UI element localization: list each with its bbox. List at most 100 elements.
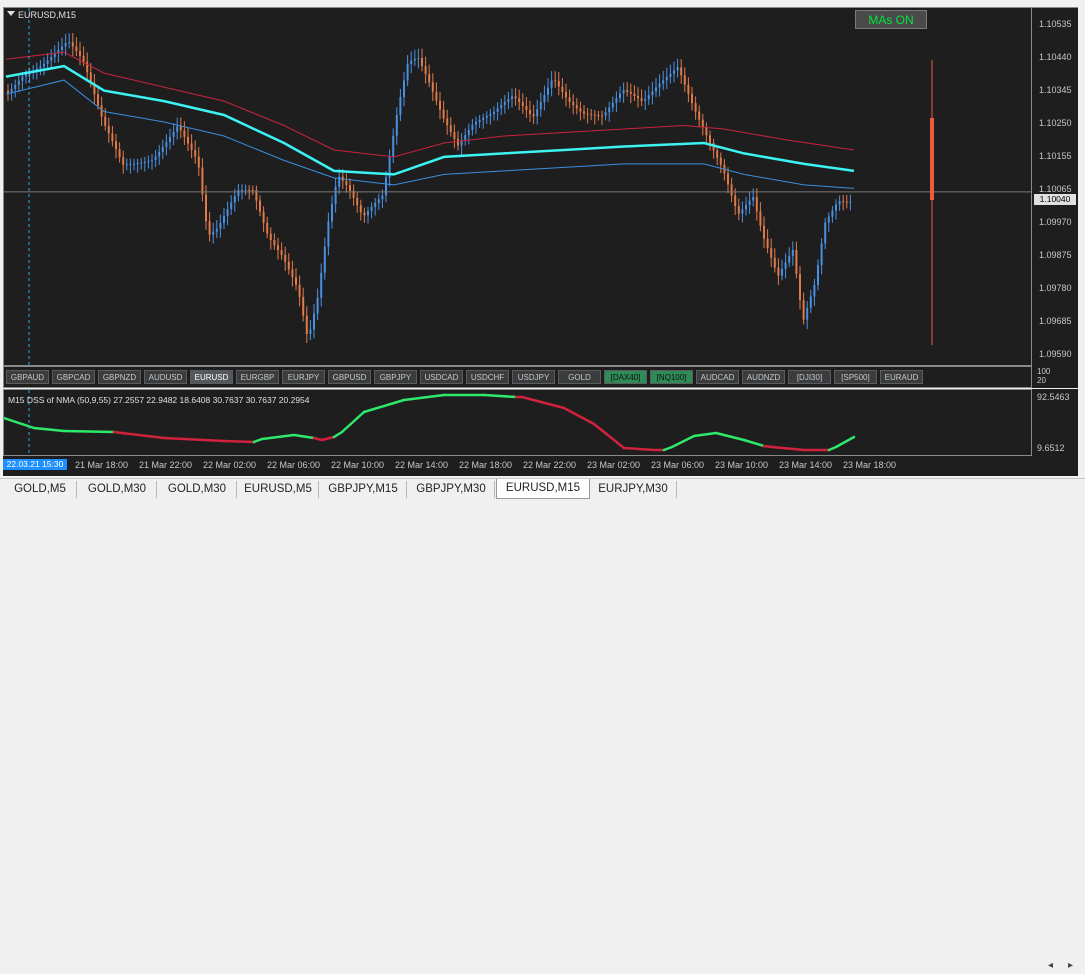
candle-body — [147, 161, 150, 163]
candle-body — [813, 284, 816, 297]
candle-body — [615, 98, 618, 103]
candle-body — [701, 119, 704, 128]
candle-body — [511, 96, 513, 100]
symbol-button-gbpusd[interactable]: GBPUSD — [328, 370, 371, 384]
candle-body — [626, 89, 629, 92]
candle-body — [521, 102, 524, 106]
candle-body — [795, 250, 798, 275]
candle-body — [698, 111, 701, 120]
symbol-button-gold[interactable]: GOLD — [558, 370, 601, 384]
candle-body — [316, 297, 319, 314]
candle-body — [46, 60, 49, 64]
time-tick-label: 23 Mar 18:00 — [843, 460, 897, 470]
chart-tab[interactable]: GBPJPY,M15 — [320, 481, 407, 498]
chart-menu-arrow-icon[interactable] — [7, 11, 15, 16]
chevron-left-icon[interactable]: ◂ — [1048, 960, 1053, 971]
price-axis[interactable]: 1.10535 1.10440 1.10345 1.10250 1.10155 1.100… — [1032, 7, 1078, 366]
symbol-button-eurgbp[interactable]: EURGBP — [236, 370, 279, 384]
symbol-button-gbpnzd[interactable]: GBPNZD — [98, 370, 141, 384]
chart-tab[interactable]: GOLD,M30 — [78, 481, 157, 498]
symbol-button-dji30[interactable]: [DJI30] — [788, 370, 831, 384]
candle-body — [122, 157, 125, 165]
symbol-button-eurjpy[interactable]: EURJPY — [282, 370, 325, 384]
candle-body — [428, 74, 431, 83]
candle-body — [691, 93, 693, 104]
price-chart[interactable] — [3, 7, 1032, 366]
candle-body — [637, 95, 639, 99]
candle-body — [230, 202, 233, 210]
chart-tab[interactable]: GOLD,M5 — [4, 481, 77, 498]
candle-body — [601, 115, 603, 117]
candle-body — [561, 86, 564, 93]
candle-body — [392, 135, 395, 157]
symbol-button-sp500[interactable]: [SP500] — [834, 370, 877, 384]
dss-line-segment — [714, 431, 746, 442]
symbol-button-gbpcad[interactable]: GBPCAD — [52, 370, 95, 384]
candle-body — [125, 164, 128, 166]
symbol-button-eurusd[interactable]: EURUSD — [190, 370, 233, 384]
symbol-button-usdjpy[interactable]: USDJPY — [512, 370, 555, 384]
candle-body — [514, 96, 517, 99]
candle-body — [75, 46, 78, 52]
candle-body — [367, 211, 369, 216]
candle-body — [21, 76, 24, 81]
candle-body — [557, 80, 560, 87]
candle-body — [107, 125, 110, 134]
chart-tab[interactable]: GBPJPY,M30 — [408, 481, 495, 498]
candle-body — [471, 124, 474, 130]
symbol-button-euraud[interactable]: EURAUD — [880, 370, 923, 384]
candle-body — [590, 114, 593, 116]
candle-body — [309, 329, 312, 334]
candle-body — [154, 156, 157, 161]
indicator-max-label: 92.5463 — [1037, 392, 1070, 402]
candle-body — [820, 243, 823, 266]
candle-body — [655, 87, 657, 92]
candle-body — [485, 115, 488, 118]
price-chart-canvas[interactable] — [4, 8, 1031, 365]
symbol-button-dax40[interactable]: [DAX40] — [604, 370, 647, 384]
candle-body — [809, 296, 812, 309]
symbol-button-gbpaud[interactable]: GBPAUD — [6, 370, 49, 384]
current-price-label: 1.10040 — [1034, 194, 1076, 205]
candle-body — [183, 130, 186, 137]
candle-body — [327, 221, 330, 247]
mas-toggle-button[interactable]: MAs ON — [855, 10, 927, 29]
dss-line-segment — [662, 445, 674, 452]
candle-body — [273, 240, 276, 246]
candle-body — [709, 135, 711, 143]
symbol-button-audnzd[interactable]: AUDNZD — [742, 370, 785, 384]
dss-line-segment — [362, 398, 406, 414]
candle-body — [676, 67, 679, 71]
time-tick-label: 21 Mar 22:00 — [139, 460, 193, 470]
candle-body — [280, 250, 283, 255]
chart-tab[interactable]: GOLD,M30 — [158, 481, 237, 498]
chart-tab[interactable]: EURUSD,M5 — [238, 481, 319, 498]
candle-body — [507, 99, 510, 102]
candle-body — [104, 116, 107, 126]
symbol-button-nq100[interactable]: [NQ100] — [650, 370, 693, 384]
candle-body — [644, 99, 647, 101]
candle-body — [680, 67, 683, 76]
candle-body — [374, 203, 377, 207]
chevron-right-icon[interactable]: ▸ — [1068, 960, 1073, 971]
candle-body — [25, 74, 27, 77]
candle-body — [730, 184, 733, 196]
symbol-button-audusd[interactable]: AUDUSD — [144, 370, 187, 384]
candle-body — [223, 215, 225, 223]
symbol-button-gbpjpy[interactable]: GBPJPY — [374, 370, 417, 384]
symbol-button-audcad[interactable]: AUDCAD — [696, 370, 739, 384]
time-axis[interactable]: 21 Mar 18:00 21 Mar 22:00 22 Mar 02:00 22 M… — [3, 456, 1078, 476]
range-bar — [930, 118, 934, 200]
chart-tab[interactable]: EURJPY,M30 — [590, 481, 677, 498]
symbol-button-usdchf[interactable]: USDCHF — [466, 370, 509, 384]
candle-body — [604, 112, 607, 116]
candle-body — [622, 89, 625, 94]
symbol-button-usdcad[interactable]: USDCAD — [420, 370, 463, 384]
candle-body — [79, 51, 81, 56]
candle-body — [356, 197, 359, 206]
dss-line-segment — [260, 433, 296, 441]
candle-body — [619, 93, 621, 99]
candle-body — [464, 135, 467, 141]
chart-tab[interactable]: EURUSD,M15 — [496, 479, 590, 499]
candle-body — [781, 268, 783, 276]
